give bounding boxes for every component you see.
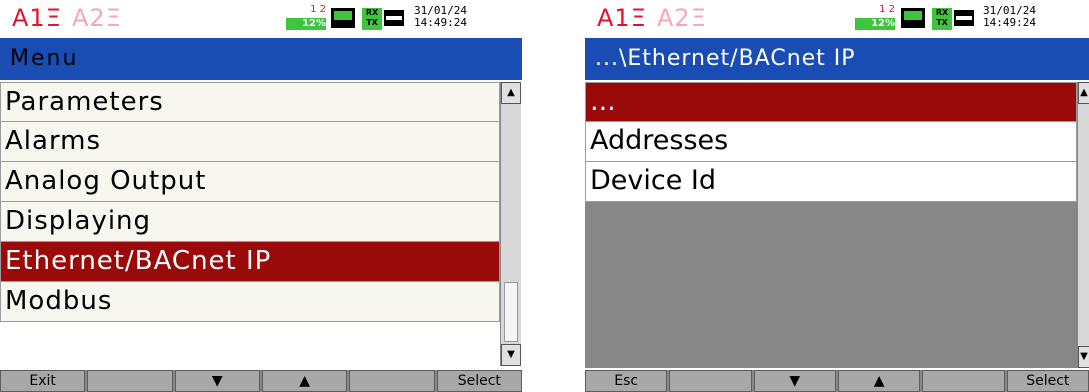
rx-label: RX xyxy=(365,8,379,17)
scrollbar[interactable]: ▲ ▼ xyxy=(1077,82,1089,368)
menu-item-ethernet-bacnet-ip[interactable]: Ethernet/BACnet IP xyxy=(0,242,500,282)
network-status-icon xyxy=(384,10,404,26)
softkey-blank-5[interactable] xyxy=(922,370,1005,392)
scroll-down-arrow-icon[interactable]: ▼ xyxy=(501,344,521,366)
menu-list: Parameters Alarms Analog Output Displayi… xyxy=(0,82,500,322)
storage-icon xyxy=(331,8,355,28)
rx-label: RX xyxy=(935,8,949,17)
softkey-blank-2[interactable] xyxy=(669,370,752,392)
menu-item-addresses[interactable]: Addresses xyxy=(585,122,1077,162)
menu-screen: A1Ξ A2Ξ 1 2 12% RX TX 31/01/24 14:49:24 … xyxy=(0,0,522,392)
scroll-up-arrow-icon[interactable]: ▲ xyxy=(1078,82,1089,104)
memory-channel-numbers: 1 2 xyxy=(879,4,895,15)
memory-usage-percent: 12% xyxy=(855,18,895,30)
memory-usage-percent: 12% xyxy=(286,18,326,30)
scroll-thumb[interactable] xyxy=(504,282,518,342)
channel-a2-indicator: A2Ξ xyxy=(72,4,122,32)
softkey-blank-5[interactable] xyxy=(349,370,435,392)
channel-a2-indicator: A2Ξ xyxy=(657,4,707,32)
menu-item-label: Analog Output xyxy=(5,166,207,196)
select-softkey[interactable]: Select xyxy=(436,370,522,392)
softkey-bar: Exit ▼ ▲ Select xyxy=(0,370,522,392)
menu-item-label: Alarms xyxy=(5,126,102,156)
menu-item-parameters[interactable]: Parameters xyxy=(0,82,500,122)
storage-icon xyxy=(901,8,925,28)
exit-softkey[interactable]: Exit xyxy=(0,370,86,392)
up-arrow-softkey[interactable]: ▲ xyxy=(837,370,921,392)
status-bar: A1Ξ A2Ξ 1 2 12% RX TX 31/01/24 14:49:24 xyxy=(585,0,1089,34)
time-text: 14:49:24 xyxy=(414,16,467,29)
menu-item-label: Device Id xyxy=(590,165,717,196)
menu-item-label: Parameters xyxy=(5,87,164,117)
menu-item-label: Modbus xyxy=(5,286,113,316)
menu-item-displaying[interactable]: Displaying xyxy=(0,202,500,242)
list-empty-area xyxy=(585,202,1077,368)
menu-item-label: Displaying xyxy=(5,206,152,236)
rx-tx-icon: RX TX xyxy=(362,8,382,30)
memory-indicator: 1 2 12% xyxy=(855,4,895,30)
softkey-bar: Esc ▼ ▲ Select xyxy=(585,370,1089,392)
menu-item-alarms[interactable]: Alarms xyxy=(0,122,500,162)
submenu-list: ... Addresses Device Id xyxy=(585,82,1077,202)
date-time: 31/01/24 14:49:24 xyxy=(414,5,467,29)
select-softkey[interactable]: Select xyxy=(1006,370,1089,392)
rx-tx-icon: RX TX xyxy=(932,8,952,30)
tx-label: TX xyxy=(366,18,378,27)
up-arrow-softkey[interactable]: ▲ xyxy=(261,370,348,392)
scroll-down-arrow-icon[interactable]: ▼ xyxy=(1078,346,1089,368)
status-bar: A1Ξ A2Ξ 1 2 12% RX TX 31/01/24 14:49:24 xyxy=(0,0,522,34)
page-title: ...\Ethernet/BACnet IP xyxy=(595,46,856,71)
menu-item-label: ... xyxy=(590,86,616,117)
softkey-blank-2[interactable] xyxy=(87,370,173,392)
title-bar: Menu xyxy=(0,38,522,80)
menu-item-device-id[interactable]: Device Id xyxy=(585,162,1077,202)
channel-a1-indicator: A1Ξ xyxy=(597,4,647,32)
time-text: 14:49:24 xyxy=(983,16,1036,29)
scrollbar[interactable]: ▲ ▼ xyxy=(500,82,521,366)
menu-item-back[interactable]: ... xyxy=(585,82,1077,122)
scroll-up-arrow-icon[interactable]: ▲ xyxy=(501,82,521,104)
esc-softkey[interactable]: Esc xyxy=(585,370,668,392)
network-status-icon xyxy=(954,10,974,26)
menu-item-modbus[interactable]: Modbus xyxy=(0,282,500,322)
menu-item-analog-output[interactable]: Analog Output xyxy=(0,162,500,202)
channel-a1-indicator: A1Ξ xyxy=(12,4,62,32)
menu-item-label: Addresses xyxy=(590,125,729,156)
ethernet-bacnet-screen: A1Ξ A2Ξ 1 2 12% RX TX 31/01/24 14:49:24 … xyxy=(585,0,1089,392)
down-arrow-softkey[interactable]: ▼ xyxy=(174,370,260,392)
memory-indicator: 1 2 12% xyxy=(286,4,326,30)
down-arrow-softkey[interactable]: ▼ xyxy=(753,370,836,392)
memory-channel-numbers: 1 2 xyxy=(310,4,326,15)
menu-item-label: Ethernet/BACnet IP xyxy=(5,246,272,276)
tx-label: TX xyxy=(936,18,948,27)
date-time: 31/01/24 14:49:24 xyxy=(983,5,1036,29)
page-title: Menu xyxy=(10,46,79,71)
title-bar: ...\Ethernet/BACnet IP xyxy=(585,38,1089,80)
